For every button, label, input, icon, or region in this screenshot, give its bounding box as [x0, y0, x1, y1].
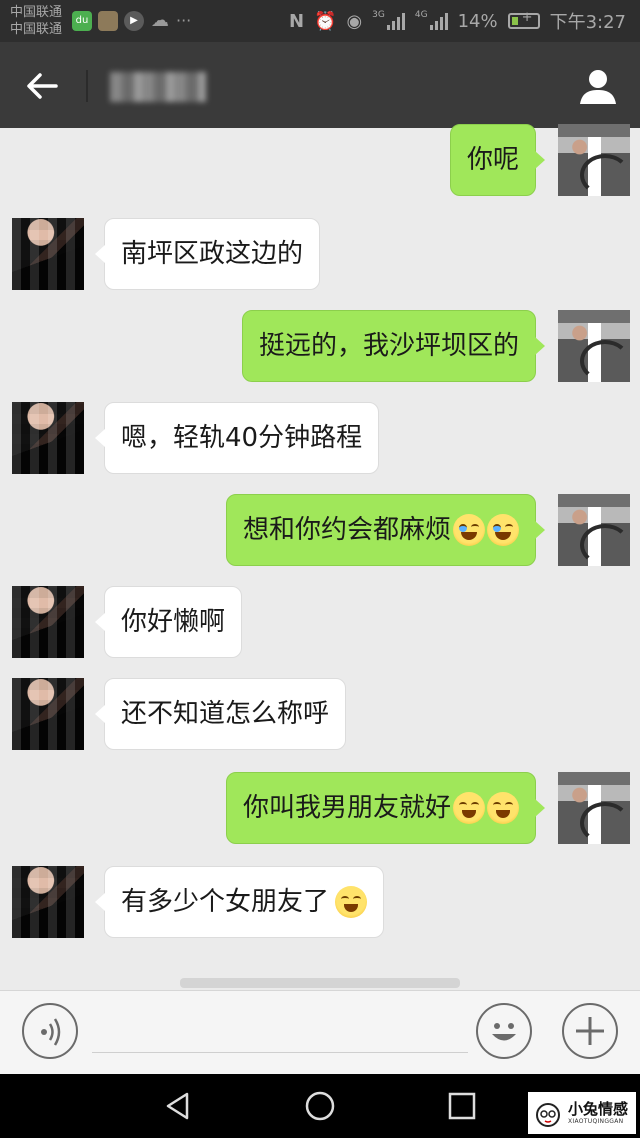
carrier-1: 中国联通: [10, 5, 63, 20]
self-avatar[interactable]: [558, 494, 630, 566]
message-input[interactable]: [92, 1005, 468, 1053]
header-divider: [86, 70, 88, 102]
message-list[interactable]: 你呢 南坪区政这边的 挺远的，我沙坪坝区的 嗯，轻轨40分钟路程 想和你约会都麻…: [0, 124, 640, 990]
battery-percent: 14%: [457, 10, 498, 32]
self-avatar[interactable]: [558, 124, 630, 196]
carrier-2: 中国联通: [10, 22, 63, 37]
voice-icon: [41, 1018, 61, 1046]
du-app-icon: du: [72, 11, 92, 31]
eye-icon: ◉: [346, 10, 363, 32]
goofy-emoji-icon: [453, 792, 485, 824]
emoji-button[interactable]: [476, 1003, 532, 1059]
contact-info-button[interactable]: [576, 64, 620, 108]
goofy-emoji-icon: [487, 792, 519, 824]
clock: 下午3:27: [549, 12, 626, 33]
status-indicators: N ⏰ ◉ 3G 4G 14% 下午3:27: [289, 8, 626, 34]
watermark-name: 小兔情感: [568, 1100, 629, 1118]
laughing-tears-emoji-icon: [487, 514, 519, 546]
message-text: 还不知道怎么称呼: [121, 699, 330, 729]
message-bubble-outgoing[interactable]: 想和你约会都麻烦: [225, 494, 546, 566]
more-notifications-icon: ···: [176, 11, 192, 30]
message-bubble-outgoing[interactable]: 挺远的，我沙坪坝区的: [241, 310, 546, 382]
message-bubble-incoming[interactable]: 还不知道怎么称呼: [94, 678, 347, 750]
contact-avatar[interactable]: [12, 586, 84, 658]
status-bar: 中国联通 中国联通 du ▶ ☁ ··· N ⏰ ◉ 3G 4G 14% 下午3…: [0, 0, 640, 42]
self-avatar[interactable]: [558, 772, 630, 844]
message-bubble-incoming[interactable]: 南坪区政这边的: [94, 218, 321, 290]
message-text: 南坪区政这边的: [121, 239, 304, 269]
contact-avatar[interactable]: [12, 678, 84, 750]
message-text: 嗯，轻轨40分钟路程: [121, 423, 363, 453]
plus-icon: [576, 1017, 604, 1045]
signal-icon-2: [429, 12, 448, 30]
smiley-icon: [492, 1023, 516, 1041]
user-icon: [580, 70, 616, 104]
network-type-4g: 4G: [414, 10, 428, 20]
input-bar: [0, 990, 640, 1074]
scrollbar[interactable]: [180, 978, 460, 988]
image-app-icon: [98, 11, 118, 31]
message-text: 有多少个女朋友了: [121, 887, 330, 917]
grin-emoji-icon: [335, 886, 368, 918]
notification-icons: du ▶ ☁ ···: [72, 11, 191, 31]
message-text: 你好懒啊: [121, 607, 226, 637]
battery-icon: [507, 10, 540, 29]
message-bubble-incoming[interactable]: 你好懒啊: [94, 586, 243, 658]
message-text: 你呢: [466, 145, 519, 175]
contact-name-obscured: [110, 72, 206, 102]
nav-back-button[interactable]: [160, 1088, 196, 1124]
message-text: 你叫我男朋友就好: [242, 793, 451, 823]
message-bubble-incoming[interactable]: 嗯，轻轨40分钟路程: [94, 402, 380, 474]
nfc-icon: N: [288, 10, 305, 32]
watermark-text: 小兔情感 XIAOTUQINGGAN: [568, 1100, 628, 1126]
message-bubble-outgoing[interactable]: 你叫我男朋友就好: [225, 772, 546, 844]
nav-home-icon: [305, 1091, 335, 1121]
contact-avatar[interactable]: [12, 218, 84, 290]
message-bubble-outgoing[interactable]: 你呢: [449, 124, 546, 196]
signal-icon: [386, 12, 405, 30]
nav-back-icon: [166, 1092, 189, 1120]
nav-home-button[interactable]: [302, 1088, 338, 1124]
nav-recent-button[interactable]: [444, 1088, 480, 1124]
rabbit-logo-icon: [536, 1103, 560, 1127]
laughing-tears-emoji-icon: [453, 514, 485, 546]
contact-avatar[interactable]: [12, 402, 84, 474]
cloud-icon: ☁: [151, 10, 169, 31]
nav-recent-icon: [448, 1092, 476, 1120]
arrow-left-icon: [27, 73, 58, 99]
alarm-icon: ⏰: [314, 10, 337, 32]
chat-header: [0, 42, 640, 128]
carrier-labels: 中国联通 中国联通: [10, 4, 62, 38]
chat-screen: 中国联通 中国联通 du ▶ ☁ ··· N ⏰ ◉ 3G 4G 14% 下午3…: [0, 0, 640, 1138]
play-app-icon: ▶: [124, 11, 144, 31]
message-text: 想和你约会都麻烦: [242, 515, 451, 545]
contact-avatar[interactable]: [12, 866, 84, 938]
self-avatar[interactable]: [558, 310, 630, 382]
message-text: 挺远的，我沙坪坝区的: [258, 331, 519, 361]
network-type-3g: 3G: [372, 10, 385, 20]
message-bubble-incoming[interactable]: 有多少个女朋友了: [94, 866, 385, 938]
voice-button[interactable]: [22, 1003, 78, 1059]
back-button[interactable]: [20, 64, 64, 108]
watermark-sub: XIAOTUQINGGAN: [568, 1118, 624, 1125]
watermark-logo: 小兔情感 XIAOTUQINGGAN: [528, 1092, 636, 1134]
more-actions-button[interactable]: [562, 1003, 618, 1059]
